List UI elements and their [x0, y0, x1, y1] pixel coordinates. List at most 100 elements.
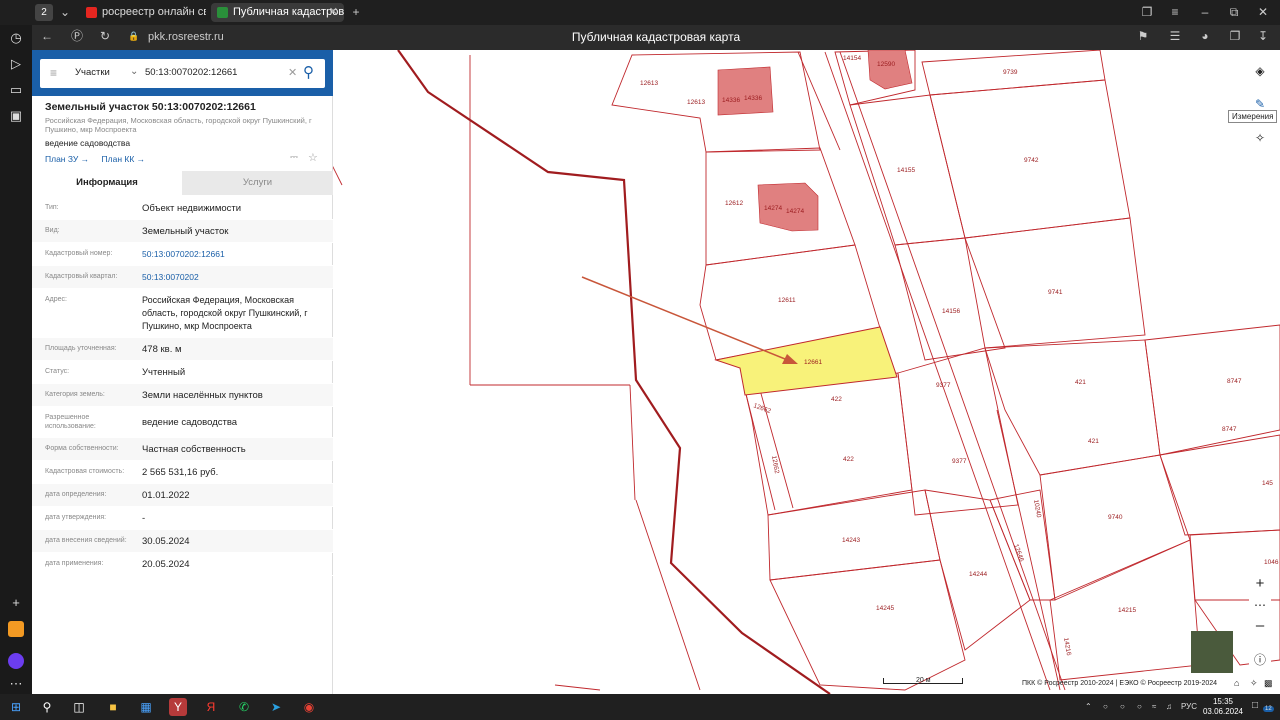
clock[interactable]: 15:35 03.06.2024	[1200, 697, 1246, 717]
chrome-icon[interactable]: ◉	[300, 698, 318, 716]
field-key: Кадастровый квартал:	[45, 273, 118, 280]
tray-app-icon[interactable]: ○	[1103, 702, 1108, 711]
search-type-select[interactable]: Участки	[75, 67, 110, 78]
table-row: Категория земель: Земли населённых пункто…	[32, 384, 333, 407]
yandex-browser-icon[interactable]: Y	[169, 698, 187, 716]
tray-app-icon[interactable]: ○	[1120, 702, 1125, 711]
clear-icon[interactable]: ✕	[288, 66, 297, 79]
print-icon[interactable]: ⎓	[290, 152, 298, 163]
download-icon[interactable]: ↧	[1254, 28, 1272, 45]
tray-app-icon[interactable]: ○	[1137, 702, 1142, 711]
collapse-panel-icon[interactable]: ‹	[300, 59, 312, 88]
tab-pkk[interactable]: Публичная кадастрова ✕	[211, 3, 344, 22]
parcel-label: 14155	[897, 167, 915, 174]
parcel-label: 1046	[1264, 559, 1279, 566]
parcel-label: 14243	[842, 537, 860, 544]
clock-date: 03.06.2024	[1202, 707, 1244, 716]
parcel-purpose: ведение садоводства	[45, 138, 131, 148]
more-icon[interactable]: ⋯	[8, 676, 24, 692]
parcel-label: 14274	[786, 208, 804, 215]
field-value: Российская Федерация, Московская область…	[142, 295, 308, 331]
tab-info[interactable]: Информация	[32, 171, 182, 195]
parcel-address-short: Российская Федерация, Московская область…	[45, 116, 312, 134]
play-icon[interactable]: ▷	[8, 56, 24, 72]
locate-icon[interactable]: ✧	[1249, 127, 1271, 149]
collections-icon[interactable]: ❐	[1138, 4, 1156, 21]
search-taskbar-icon[interactable]: ⚲	[38, 698, 56, 716]
parcel-label: 422	[831, 396, 842, 403]
explorer-icon[interactable]: ■	[104, 698, 122, 716]
tab-services[interactable]: Услуги	[182, 171, 333, 195]
restore-icon[interactable]: ⧉	[1225, 4, 1243, 21]
cadastral-quarter-link[interactable]: 50:13:0070202	[142, 271, 327, 284]
extensions-icon[interactable]: ❐	[1226, 28, 1244, 45]
minimize-icon[interactable]: –	[1196, 4, 1214, 21]
plan-zu-link[interactable]: План ЗУ →	[45, 154, 89, 164]
yandex-icon[interactable]: Я	[202, 698, 220, 716]
protect-icon[interactable]: ◕	[1196, 28, 1214, 45]
hamburger-icon[interactable]: ≡	[50, 66, 57, 80]
parcel-label: 14215	[1118, 607, 1136, 614]
parcel-label: 12613	[687, 99, 705, 106]
start-icon[interactable]: ⊞	[7, 698, 25, 716]
notification-count: 12	[1263, 706, 1274, 712]
tab-label: Публичная кадастрова	[233, 6, 344, 18]
field-value: Земли населённых пунктов	[142, 390, 263, 401]
mail-icon[interactable]	[8, 621, 24, 637]
field-key: дата утверждения:	[45, 514, 107, 521]
volume-icon[interactable]: ♫	[1166, 702, 1172, 711]
zoom-in-button[interactable]: +	[1249, 573, 1271, 595]
field-key: Статус:	[45, 368, 70, 375]
plan-kk-link[interactable]: План КК →	[102, 154, 146, 164]
field-key: Кадастровый номер:	[45, 250, 113, 257]
close-window-icon[interactable]: ✕	[1254, 4, 1272, 21]
cadastral-number-link[interactable]: 50:13:0070202:12661	[142, 248, 327, 261]
field-key: Форма собственности:	[45, 445, 119, 452]
field-value: ведение садоводства	[142, 417, 238, 428]
tab-rosreestr-search[interactable]: росреестр онлайн сведе	[80, 3, 206, 22]
menu-icon[interactable]: ≡	[1166, 4, 1184, 21]
new-tab-button[interactable]: +	[347, 4, 365, 21]
tab-counter[interactable]: 2	[35, 4, 53, 21]
search-input[interactable]: 50:13:0070202:12661	[145, 67, 237, 78]
history-icon[interactable]: ◷	[8, 30, 24, 46]
tabs-dropdown-icon[interactable]: ⌄	[56, 4, 74, 21]
telegram-icon[interactable]: ➤	[267, 698, 285, 716]
home-icon[interactable]: ⌂	[1234, 678, 1239, 688]
gps-icon[interactable]: ✧	[1250, 678, 1258, 689]
notifications-icon[interactable]: □	[1252, 700, 1258, 711]
table-row: Кадастровый номер: 50:13:0070202:12661	[32, 243, 333, 266]
field-key: Адрес:	[45, 296, 67, 303]
tab-group-icon[interactable]: ▭	[8, 82, 24, 98]
page-title: Публичная кадастровая карта	[571, 30, 741, 44]
alice-icon[interactable]	[8, 653, 24, 669]
clock-time: 15:35	[1212, 697, 1234, 706]
close-tab-icon[interactable]: ✕	[329, 3, 338, 22]
table-row: Адрес: Российская Федерация, Московская о…	[32, 289, 333, 338]
cadastral-map[interactable]: 12613 12613 14336 14336 14154 12590 9739…	[333, 50, 1280, 694]
task-view-icon[interactable]: ◫	[70, 698, 88, 716]
add-panel-icon[interactable]: +	[8, 595, 24, 611]
parcel-label: 422	[843, 456, 854, 463]
wifi-icon[interactable]: ≈	[1152, 702, 1156, 711]
screenshot-icon[interactable]: ▣	[8, 108, 24, 124]
zoom-out-button[interactable]: –	[1249, 615, 1271, 637]
table-row: дата определения: 01.01.2022	[32, 484, 333, 507]
field-value: 2 565 531,16 руб.	[142, 467, 219, 478]
layers-icon[interactable]: ◈	[1249, 60, 1271, 82]
field-value: Учтенный	[142, 367, 186, 378]
bookmark-icon[interactable]: ⚑	[1134, 28, 1152, 45]
translate-icon[interactable]: ☰	[1166, 28, 1184, 45]
fullscreen-icon[interactable]: ▩	[1264, 678, 1273, 689]
tray-chevron-icon[interactable]: ⌃	[1085, 702, 1092, 711]
minimap[interactable]	[1191, 631, 1233, 673]
whatsapp-icon[interactable]: ✆	[235, 698, 253, 716]
favorite-star-icon[interactable]: ☆	[308, 151, 318, 164]
chevron-down-icon[interactable]: ⌄	[130, 66, 138, 77]
store-icon[interactable]: ▦	[137, 698, 155, 716]
info-icon[interactable]: ⓘ	[1249, 649, 1271, 671]
language-indicator[interactable]: РУС	[1181, 702, 1197, 711]
more-tools-icon[interactable]: ⋯	[1249, 594, 1271, 616]
parcel-label: 14336	[722, 97, 740, 104]
map-canvas[interactable]: 12613 12613 14336 14336 14154 12590 9739…	[333, 50, 1280, 694]
